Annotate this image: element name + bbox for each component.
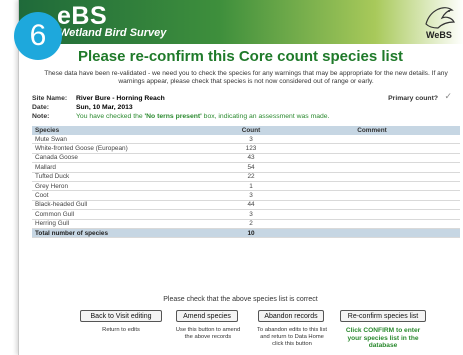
table-row: Common Gull 3	[32, 209, 460, 220]
back-help-text: Return to edits	[80, 327, 162, 334]
column-header-count: Count	[218, 126, 284, 135]
species-cell: Canada Goose	[32, 153, 218, 164]
amend-help-line-1: Use this button to amend	[175, 327, 241, 333]
note-label: Note:	[32, 113, 50, 120]
date-label: Date:	[32, 104, 49, 111]
step-badge: 6	[14, 12, 62, 60]
comment-cell	[284, 209, 460, 220]
amend-species-button[interactable]: Amend species	[176, 310, 238, 322]
back-to-visit-editing-button[interactable]: Back to Visit editing	[80, 310, 162, 322]
count-cell: 44	[218, 200, 284, 211]
intro-text: These data have been re-validated - we n…	[44, 70, 448, 85]
reconfirm-help-line-2: your species list in the	[347, 334, 419, 342]
comment-cell	[284, 181, 460, 192]
abandon-help-line-1: To abandon edits to this list	[257, 327, 327, 333]
note-bold: 'No terns present'	[144, 113, 202, 120]
count-cell: 3	[218, 135, 284, 145]
reconfirm-species-list-button[interactable]: Re-confirm species list	[340, 310, 426, 322]
count-cell: 43	[218, 153, 284, 164]
species-cell: Herring Gull	[32, 219, 218, 229]
primary-count-label: Primary count?	[388, 95, 438, 102]
checkmark-icon: ✓	[444, 91, 452, 101]
table-row: Mute Swan 3	[32, 135, 460, 145]
species-cell: Tufted Duck	[32, 172, 218, 182]
species-cell: Coot	[32, 190, 218, 201]
table-row: Canada Goose 43	[32, 153, 460, 164]
total-label: Total number of species	[32, 228, 218, 239]
species-table-header: Species Count Comment	[32, 126, 460, 135]
count-cell: 3	[218, 190, 284, 201]
column-header-comment: Comment	[284, 126, 460, 135]
table-row: Mallard 54	[32, 162, 460, 173]
confirm-prompt: Please check that the above species list…	[163, 296, 318, 303]
comment-cell	[284, 143, 460, 154]
comment-cell	[284, 153, 460, 164]
table-row: Black-headed Gull 44	[32, 200, 460, 211]
comment-cell	[284, 190, 460, 201]
table-row: Coot 3	[32, 190, 460, 201]
comment-cell	[284, 162, 460, 173]
comment-cell	[284, 172, 460, 182]
comment-cell	[284, 200, 460, 211]
abandon-help-line-3: click this button	[272, 341, 312, 347]
table-row: Herring Gull 2	[32, 219, 460, 229]
total-value: 10	[218, 228, 284, 239]
site-name-label: Site Name:	[32, 95, 68, 102]
abandon-records-button[interactable]: Abandon records	[258, 310, 324, 322]
amend-help-text: Use this button to amend the above recor…	[168, 327, 248, 341]
count-cell: 22	[218, 172, 284, 182]
table-row: Tufted Duck 22	[32, 172, 460, 182]
abandon-help-text: To abandon edits to this list and return…	[252, 327, 332, 348]
webs-logo-subtitle: Wetland Bird Survey	[59, 27, 167, 39]
reconfirm-help-line-3: database	[368, 342, 398, 349]
comment-cell	[284, 135, 460, 145]
count-cell: 1	[218, 181, 284, 192]
total-row: Total number of species 10	[32, 228, 460, 239]
column-header-species: Species	[32, 126, 218, 135]
comment-cell	[284, 219, 460, 229]
species-table: Species Count Comment Mute Swan 3 White-f…	[32, 126, 460, 239]
webs-corner-logo-text: WeBS	[426, 30, 452, 40]
note-suffix: box, indicating an assessment was made.	[201, 113, 330, 120]
species-cell: Grey Heron	[32, 181, 218, 192]
reconfirm-help-text: Click CONFIRM to enter your species list…	[336, 327, 430, 350]
abandon-help-line-2: and return to Data Home	[260, 334, 324, 340]
species-cell: Mute Swan	[32, 135, 218, 145]
species-cell: Mallard	[32, 162, 218, 173]
species-cell: White-fronted Goose (European)	[32, 143, 218, 154]
webs-banner: eBS Wetland Bird Survey WeBS	[19, 0, 463, 44]
count-cell: 54	[218, 162, 284, 173]
date-value: Sun, 10 Mar, 2013	[76, 104, 133, 111]
webs-bird-logo-icon: WeBS	[425, 7, 455, 40]
count-cell: 123	[218, 143, 284, 154]
page-title: Please re-confirm this Core count specie…	[77, 48, 404, 65]
count-cell: 2	[218, 219, 284, 229]
note-prefix: You have checked the	[76, 113, 145, 120]
table-row: Grey Heron 1	[32, 181, 460, 192]
note-text: You have checked the 'No terns present' …	[76, 112, 329, 121]
site-details: Site Name: River Bure - Horning Reach Pr…	[32, 91, 460, 121]
species-cell: Common Gull	[32, 209, 218, 220]
amend-help-line-2: the above records	[184, 334, 232, 340]
site-name-value: River Bure - Horning Reach	[76, 95, 165, 102]
count-cell: 3	[218, 209, 284, 220]
table-row: White-fronted Goose (European) 123	[32, 143, 460, 154]
reconfirm-help-line-1: Click CONFIRM to enter	[345, 327, 421, 334]
total-comment-cell	[284, 228, 460, 239]
back-help-line: Return to edits	[102, 327, 140, 333]
species-cell: Black-headed Gull	[32, 200, 218, 211]
